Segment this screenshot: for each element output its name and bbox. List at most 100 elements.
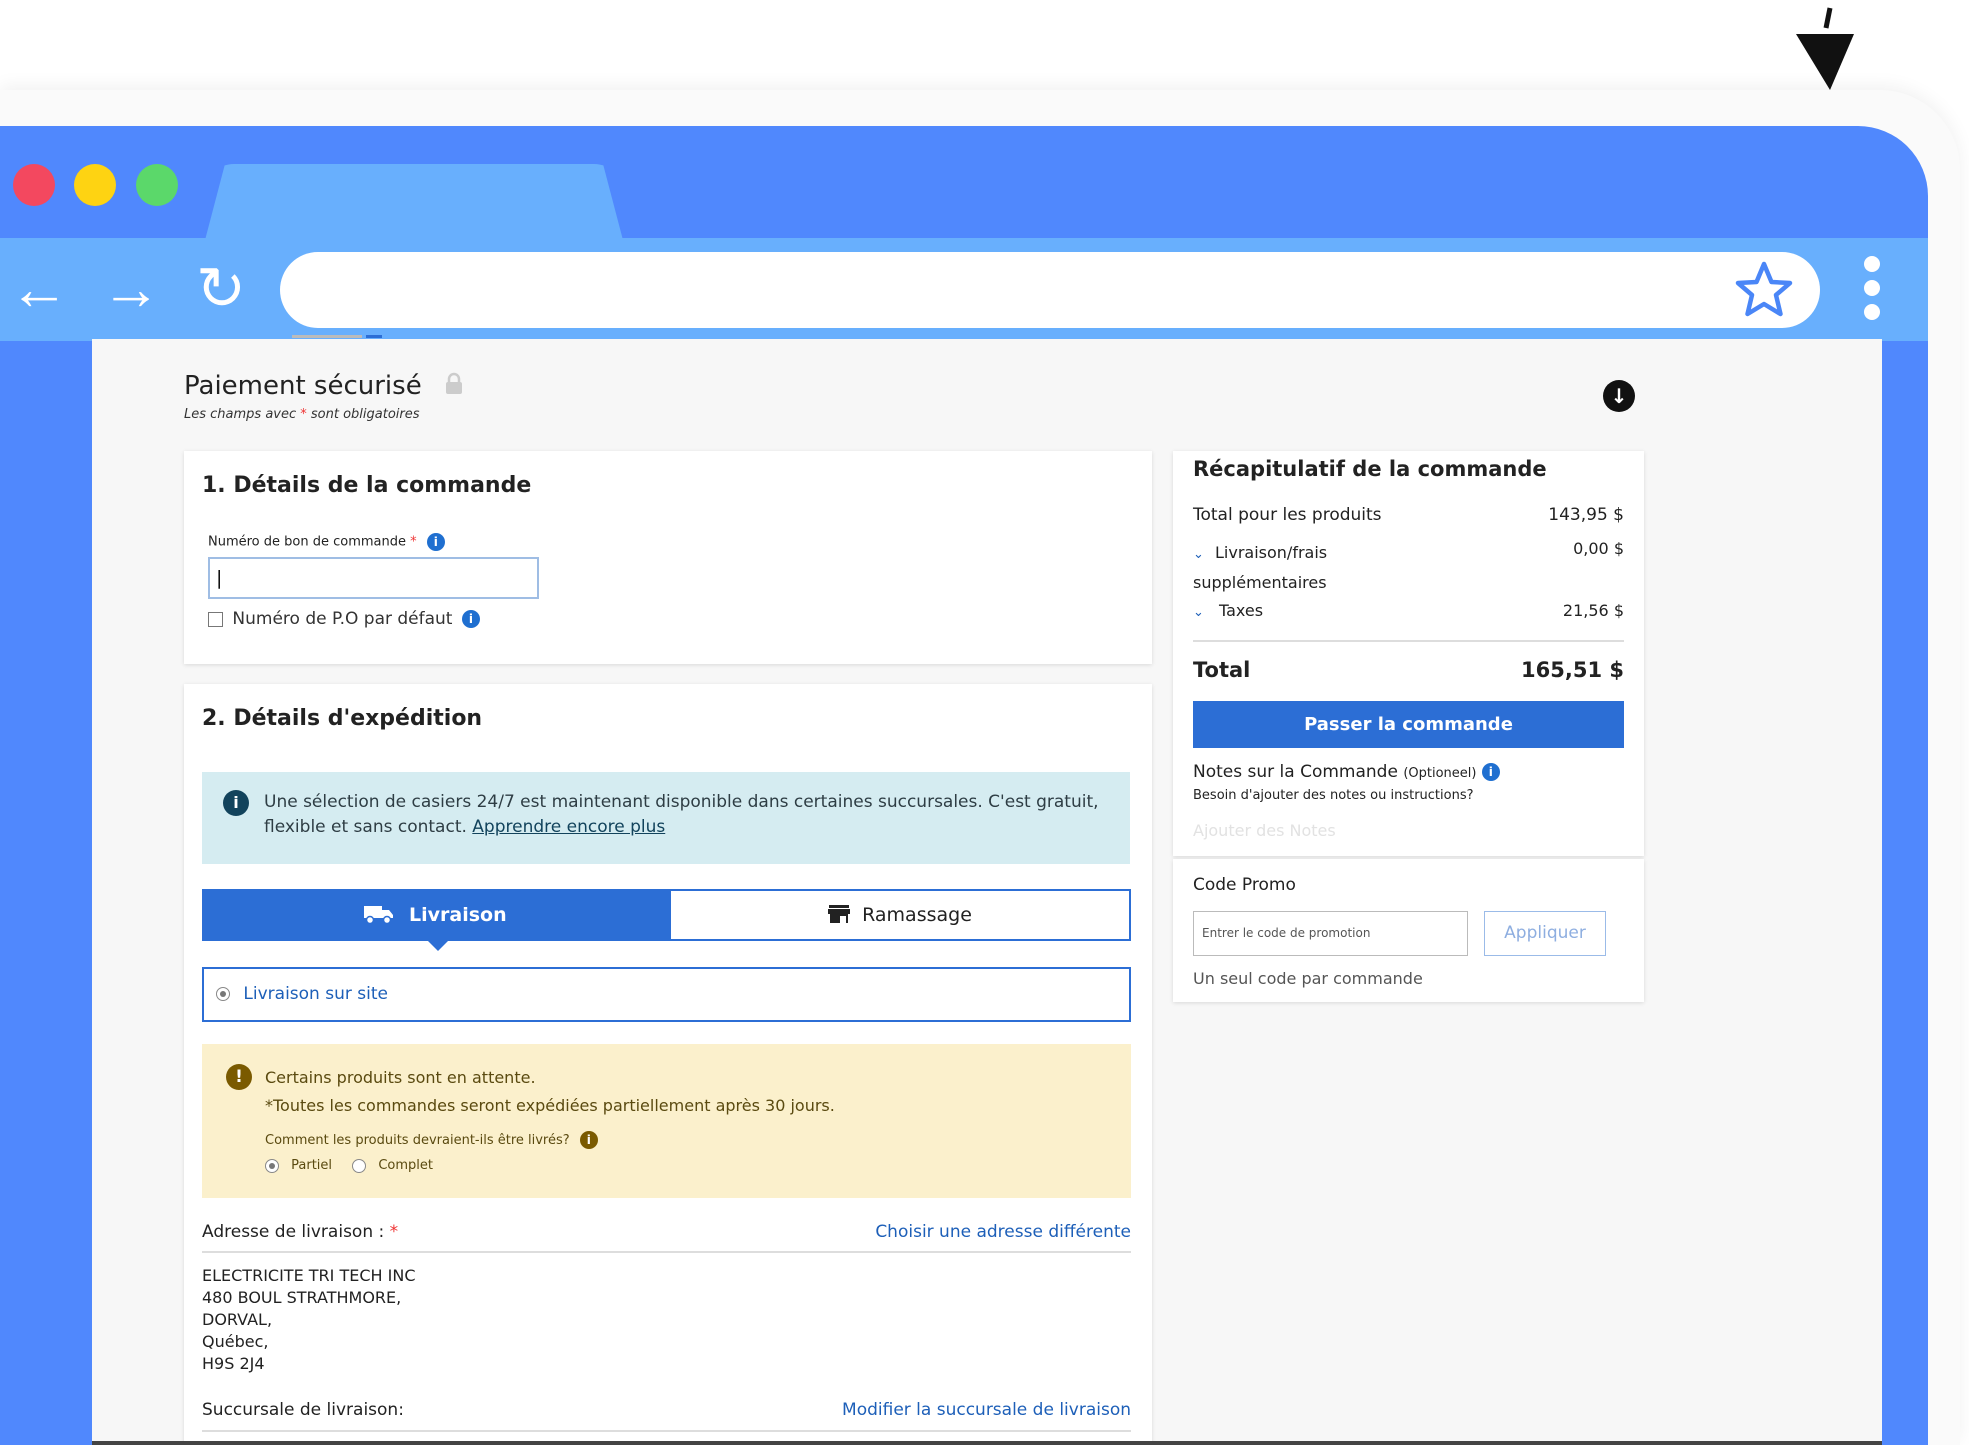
apply-promo-button[interactable]: Appliquer: [1484, 911, 1606, 956]
total-amount: 165,51 $: [1521, 658, 1624, 682]
minimize-window-button[interactable]: [74, 164, 116, 206]
required-fields-note: Les champs avec * sont obligatoires: [184, 407, 420, 422]
required-note-suffix: sont obligatoires: [310, 407, 420, 422]
required-note-prefix: Les champs avec: [184, 407, 297, 422]
order-notes-label: Notes sur la Commande: [1193, 762, 1398, 782]
shipping-fees-label-2: supplémentaires: [1193, 573, 1327, 592]
address-line: 480 BOUL STRATHMORE,: [202, 1288, 402, 1307]
required-star: *: [300, 407, 307, 422]
order-details-card: 1. Détails de la commande Numéro de bon …: [184, 451, 1152, 664]
shipping-fees-toggle[interactable]: ⌄ Livraison/frais supplémentaires: [1193, 539, 1327, 597]
address-required-star: *: [389, 1222, 399, 1242]
complete-label: Complet: [378, 1158, 433, 1173]
taxes-label: Taxes: [1219, 601, 1264, 620]
delivery-mode-options: Partiel Complet: [265, 1158, 433, 1173]
onsite-delivery-radio[interactable]: [216, 987, 230, 1001]
bookmark-star-icon[interactable]: [1734, 260, 1794, 320]
info-icon[interactable]: i: [1481, 763, 1500, 781]
summary-title: Récapitulatif de la commande: [1193, 457, 1547, 481]
address-bar[interactable]: [280, 252, 1820, 328]
cursor-arrow-icon: [1796, 7, 1854, 90]
info-icon: i: [223, 790, 249, 816]
info-icon[interactable]: i: [426, 533, 445, 551]
po-number-label: Numéro de bon de commande * i: [208, 533, 445, 551]
promo-code-card: Code Promo Entrer le code de promotion A…: [1173, 859, 1644, 1002]
address-line: DORVAL,: [202, 1310, 273, 1329]
chevron-down-icon: ⌄: [1193, 547, 1204, 562]
default-po-row: Numéro de P.O par défaut i: [208, 609, 480, 629]
lock-icon: [445, 372, 462, 394]
info-icon[interactable]: i: [461, 610, 480, 628]
locker-info-banner: i Une sélection de casiers 24/7 est main…: [202, 772, 1130, 864]
browser-menu-icon[interactable]: [1860, 256, 1884, 328]
warning-line-2: *Toutes les commandes seront expédiées p…: [265, 1096, 835, 1115]
default-po-checkbox[interactable]: [208, 611, 223, 627]
locker-info-text: Une sélection de casiers 24/7 est mainte…: [264, 792, 1099, 837]
shipping-details-title: 2. Détails d'expédition: [202, 706, 483, 731]
learn-more-link[interactable]: Apprendre encore plus: [472, 817, 665, 837]
partial-radio[interactable]: [265, 1158, 279, 1173]
promo-title: Code Promo: [1193, 875, 1296, 895]
chevron-down-icon: ⌄: [1193, 605, 1204, 620]
maximize-window-button[interactable]: [136, 164, 178, 206]
order-notes-title: Notes sur la Commande (Optioneel) i: [1193, 762, 1500, 782]
divider: [202, 1430, 1131, 1432]
products-total-amount: 143,95 $: [1548, 505, 1624, 525]
forward-icon[interactable]: →: [100, 258, 162, 320]
reload-icon[interactable]: ↻: [190, 258, 252, 320]
total-label: Total: [1193, 658, 1251, 682]
address-line: Québec,: [202, 1332, 269, 1351]
choose-address-link[interactable]: Choisir une adresse différente: [875, 1222, 1131, 1242]
store-icon: [828, 905, 851, 923]
delivery-question-text: Comment les produits devraient-ils être …: [265, 1133, 570, 1148]
shipping-details-card: 2. Détails d'expédition i Une sélection …: [184, 684, 1152, 1445]
divider: [1193, 640, 1624, 642]
delivery-question: Comment les produits devraient-ils être …: [265, 1131, 598, 1149]
warning-line-1: Certains produits sont en attente.: [265, 1068, 536, 1087]
info-icon[interactable]: i: [579, 1131, 598, 1149]
onsite-delivery-option[interactable]: Livraison sur site: [202, 967, 1131, 1022]
shipping-fees-amount: 0,00 $: [1573, 539, 1624, 558]
products-total-label: Total pour les produits: [1193, 505, 1382, 525]
pickup-tab[interactable]: Ramassage: [669, 889, 1131, 941]
default-po-label: Numéro de P.O par défaut: [232, 609, 453, 629]
address-label: Adresse de livraison : *: [202, 1222, 398, 1242]
address-block: ELECTRICITE TRI TECH INC 480 BOUL STRATH…: [202, 1265, 416, 1375]
onsite-delivery-label: Livraison sur site: [243, 984, 388, 1004]
complete-radio[interactable]: [352, 1158, 367, 1173]
taxes-amount: 21,56 $: [1562, 601, 1624, 620]
branch-label: Succursale de livraison:: [202, 1400, 404, 1420]
divider: [202, 1251, 1131, 1253]
address-label-text: Adresse de livraison :: [202, 1222, 385, 1242]
pickup-tab-label: Ramassage: [862, 904, 972, 926]
taxes-toggle[interactable]: ⌄ Taxes: [1193, 601, 1263, 620]
partial-label: Partiel: [291, 1158, 333, 1173]
browser-tab[interactable]: [204, 164, 624, 244]
address-line: ELECTRICITE TRI TECH INC: [202, 1266, 416, 1285]
po-number-label-text: Numéro de bon de commande: [208, 534, 406, 550]
shipping-fees-label-1: Livraison/frais: [1215, 543, 1328, 562]
backorder-warning: ! Certains produits sont en attente. *To…: [202, 1044, 1131, 1198]
po-required-star: *: [410, 534, 417, 550]
checkout-page: Paiement sécurisé Les champs avec * sont…: [92, 335, 1882, 1445]
page-title-text: Paiement sécurisé: [184, 371, 422, 401]
promo-hint: Un seul code par commande: [1193, 969, 1423, 988]
promo-code-input[interactable]: Entrer le code de promotion: [1193, 911, 1468, 956]
back-icon[interactable]: ←: [8, 258, 70, 320]
address-line: H9S 2J4: [202, 1354, 265, 1373]
order-details-title: 1. Détails de la commande: [202, 473, 532, 498]
delivery-tab[interactable]: Livraison: [202, 889, 669, 951]
close-window-button[interactable]: [13, 164, 55, 206]
order-summary-card: Récapitulatif de la commande Total pour …: [1173, 451, 1644, 856]
add-notes-field[interactable]: Ajouter des Notes: [1193, 821, 1336, 840]
po-number-input[interactable]: |: [208, 557, 539, 599]
change-branch-link[interactable]: Modifier la succursale de livraison: [842, 1400, 1131, 1420]
truck-icon: [364, 906, 394, 925]
warning-icon: !: [226, 1064, 252, 1090]
scroll-down-icon[interactable]: ↓: [1603, 380, 1635, 412]
order-notes-help: Besoin d'ajouter des notes ou instructio…: [1193, 788, 1474, 803]
optional-tag: (Optioneel): [1403, 766, 1477, 781]
page-title: Paiement sécurisé: [184, 371, 464, 401]
page-bottom-edge: [92, 1441, 1882, 1445]
place-order-button[interactable]: Passer la commande: [1193, 701, 1624, 748]
